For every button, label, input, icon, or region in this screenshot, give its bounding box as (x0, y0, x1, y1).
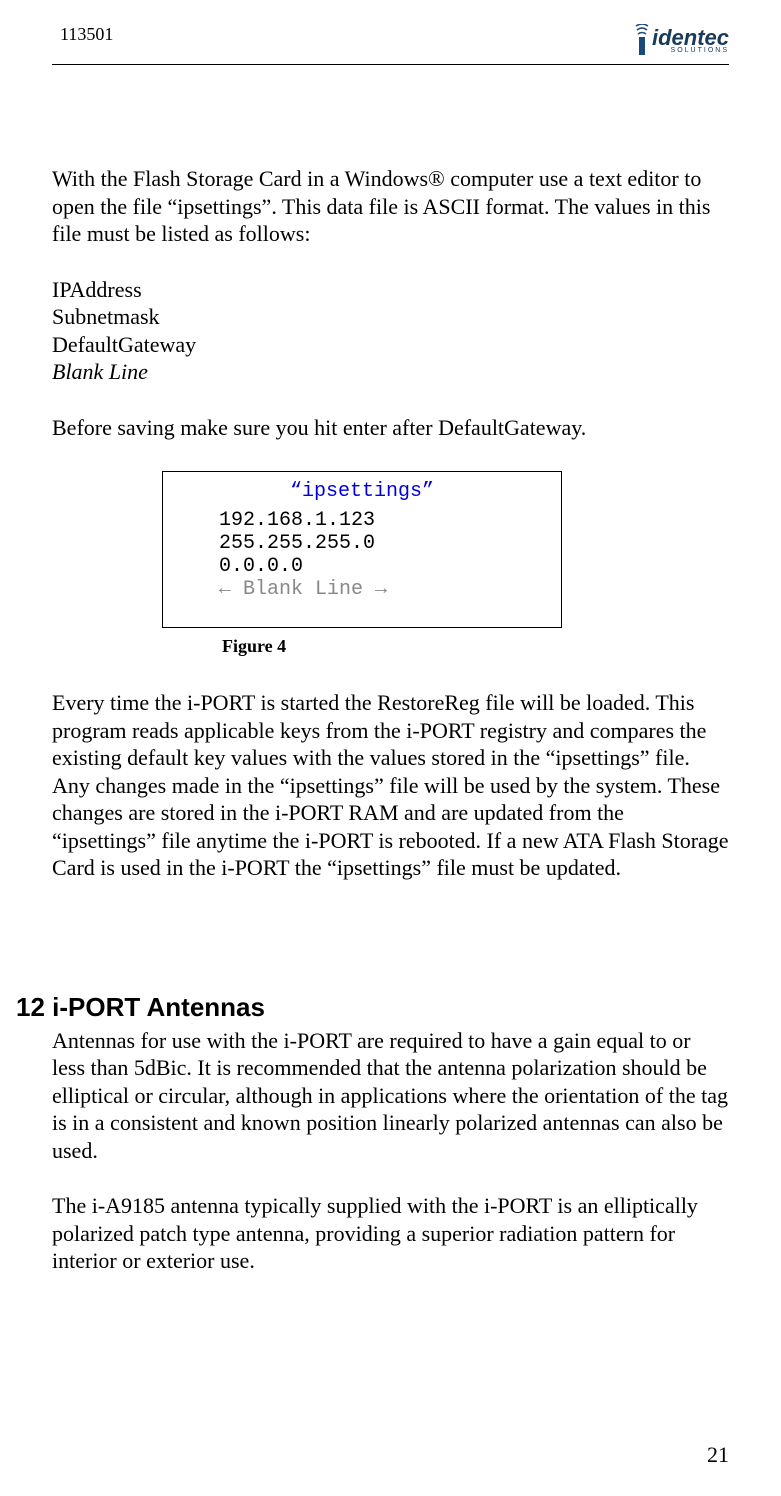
figure-content: 192.168.1.123 255.255.255.0 0.0.0.0 ← Bl… (163, 503, 561, 601)
before-save-paragraph: Before saving make sure you hit enter af… (52, 414, 729, 442)
list-item: Subnetmask (52, 303, 729, 331)
figure-line: ← Blank Line → (219, 578, 561, 601)
section-heading: 12 i-PORT Antennas (16, 992, 729, 1023)
figure-line: 0.0.0.0 (219, 555, 561, 578)
antenna-icon (634, 24, 650, 56)
logo-text-block: identec SOLUTIONS (652, 27, 729, 54)
section-paragraph-2: The i-A9185 antenna typically supplied w… (52, 1192, 729, 1275)
figure-line: 255.255.255.0 (219, 532, 561, 555)
page-content: With the Flash Storage Card in a Windows… (52, 65, 729, 1275)
section-paragraph-1: Antennas for use with the i-PORT are req… (52, 1027, 729, 1165)
figure-line: 192.168.1.123 (219, 509, 561, 532)
page-header: 113501 identec SOLUTIONS (52, 24, 729, 56)
logo-text: identec (652, 27, 729, 49)
ipsettings-figure: “ipsettings” 192.168.1.123 255.255.255.0… (162, 471, 562, 628)
page-number: 21 (707, 1442, 729, 1468)
field-list: IPAddress Subnetmask DefaultGateway Blan… (52, 276, 729, 386)
figure-title: “ipsettings” (163, 480, 561, 503)
list-item: DefaultGateway (52, 331, 729, 359)
document-id: 113501 (52, 24, 113, 45)
page: 113501 identec SOLUTIONS With the Flash … (0, 0, 781, 1496)
figure-caption: Figure 4 (222, 636, 729, 657)
after-figure-paragraph: Every time the i-PORT is started the Res… (52, 689, 729, 882)
intro-paragraph: With the Flash Storage Card in a Windows… (52, 165, 729, 248)
list-item: IPAddress (52, 276, 729, 304)
list-item: Blank Line (52, 358, 729, 386)
brand-logo: identec SOLUTIONS (634, 24, 729, 56)
